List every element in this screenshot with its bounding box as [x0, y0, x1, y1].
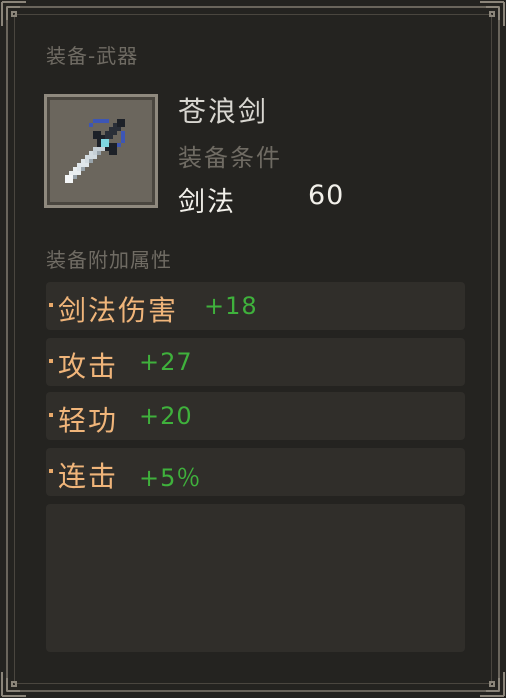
section-title-equipment: 装备-武器 [46, 44, 139, 68]
attribute-name: 攻击 [58, 350, 119, 383]
requirement-value: 60 [308, 180, 345, 211]
bullet-icon [49, 303, 53, 307]
frame-corner-ornament [1, 672, 26, 697]
sword-icon [65, 119, 125, 183]
attribute-row: 攻击 +27 [46, 338, 465, 386]
bullet-icon [49, 413, 53, 417]
frame-corner-ornament [480, 672, 505, 697]
item-tooltip-panel: 装备-武器 苍浪剑 装备条件 剑法 60 装备附加属性 剑法伤害 +18 攻击 … [0, 0, 506, 698]
bullet-icon [49, 359, 53, 363]
attribute-row: 轻功 +20 [46, 392, 465, 440]
empty-description-box [46, 504, 465, 652]
attribute-value: +20 [139, 402, 193, 430]
bullet-icon [49, 469, 53, 473]
attribute-value: +5％ [139, 464, 202, 492]
attribute-value: +18 [204, 292, 258, 320]
attribute-value: +27 [139, 348, 193, 376]
attribute-name: 连击 [58, 460, 119, 493]
attribute-row: 剑法伤害 +18 [46, 282, 465, 330]
item-name: 苍浪剑 [178, 95, 269, 128]
attribute-name: 剑法伤害 [58, 294, 179, 327]
requirement-label: 装备条件 [178, 144, 282, 172]
attribute-name: 轻功 [58, 404, 119, 437]
requirement-skill: 剑法 [178, 187, 236, 218]
attribute-row: 连击 +5％ [46, 448, 465, 496]
frame-corner-ornament [480, 1, 505, 26]
item-icon-slot [44, 94, 158, 208]
frame-corner-ornament [1, 1, 26, 26]
section-title-attributes: 装备附加属性 [46, 248, 172, 272]
